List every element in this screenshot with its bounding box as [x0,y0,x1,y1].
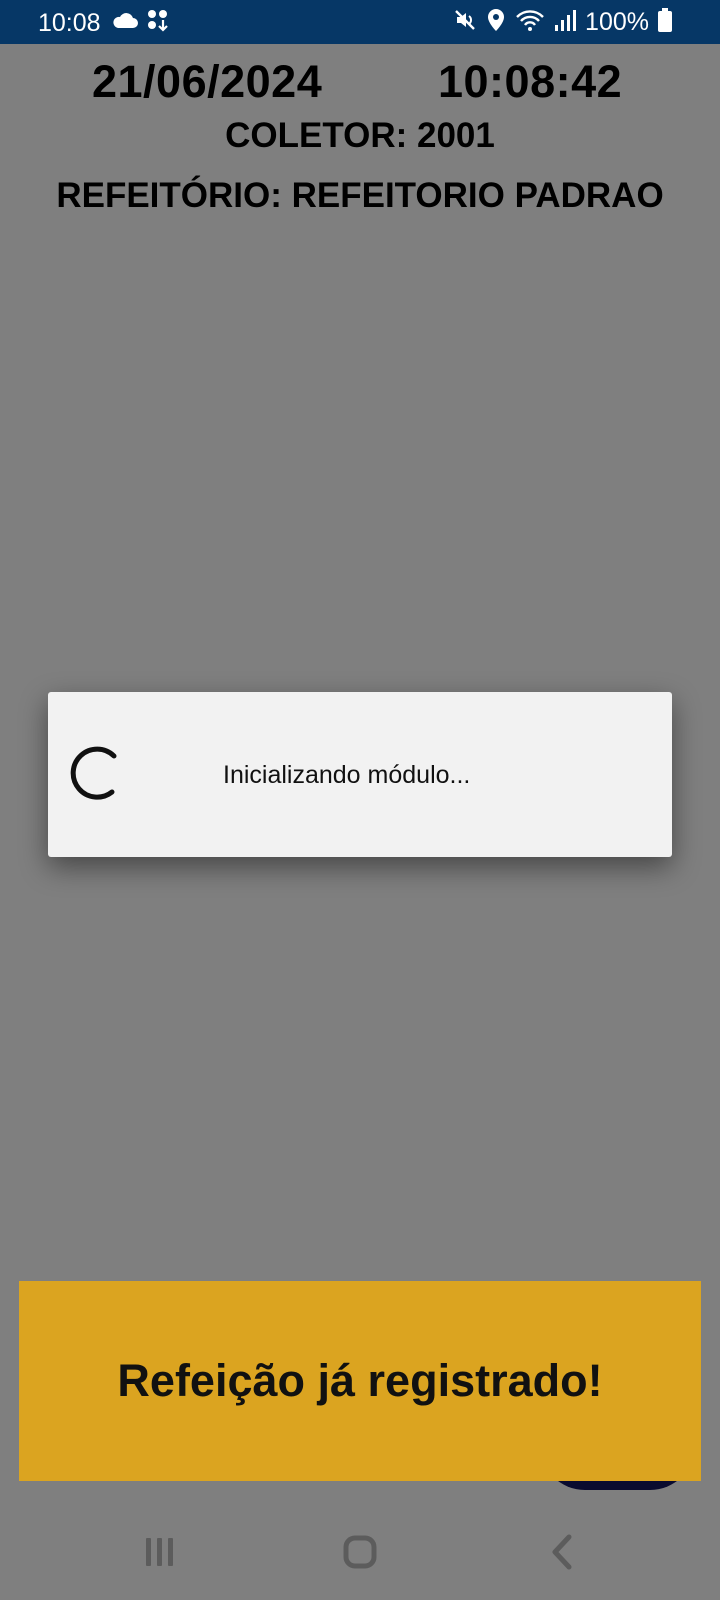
home-icon [342,1534,378,1575]
battery-percent: 100% [585,7,649,36]
location-icon [486,8,506,37]
recent-apps-icon [143,1536,177,1573]
notification-dots-icon [146,8,170,37]
status-right-icons: 100% [453,7,672,37]
navigation-bar [0,1508,720,1600]
status-bar: 10:08 100% [0,0,720,44]
status-time: 10:08 [38,9,101,37]
back-button[interactable] [532,1530,592,1578]
wifi-icon [515,8,545,37]
cloud-icon [112,11,138,34]
status-left-icons [112,9,170,35]
signal-icon [554,8,577,37]
loading-spinner-icon [64,744,124,804]
loading-message: Inicializando módulo... [223,761,471,789]
battery-icon [658,7,672,37]
mute-icon [453,8,477,37]
home-button[interactable] [330,1530,390,1578]
recent-apps-button[interactable] [130,1530,190,1578]
toast-banner: Refeição já registrado! [19,1281,701,1481]
back-icon [547,1534,577,1575]
toast-message: Refeição já registrado! [117,1355,603,1406]
loading-dialog: Inicializando módulo... [48,692,672,857]
